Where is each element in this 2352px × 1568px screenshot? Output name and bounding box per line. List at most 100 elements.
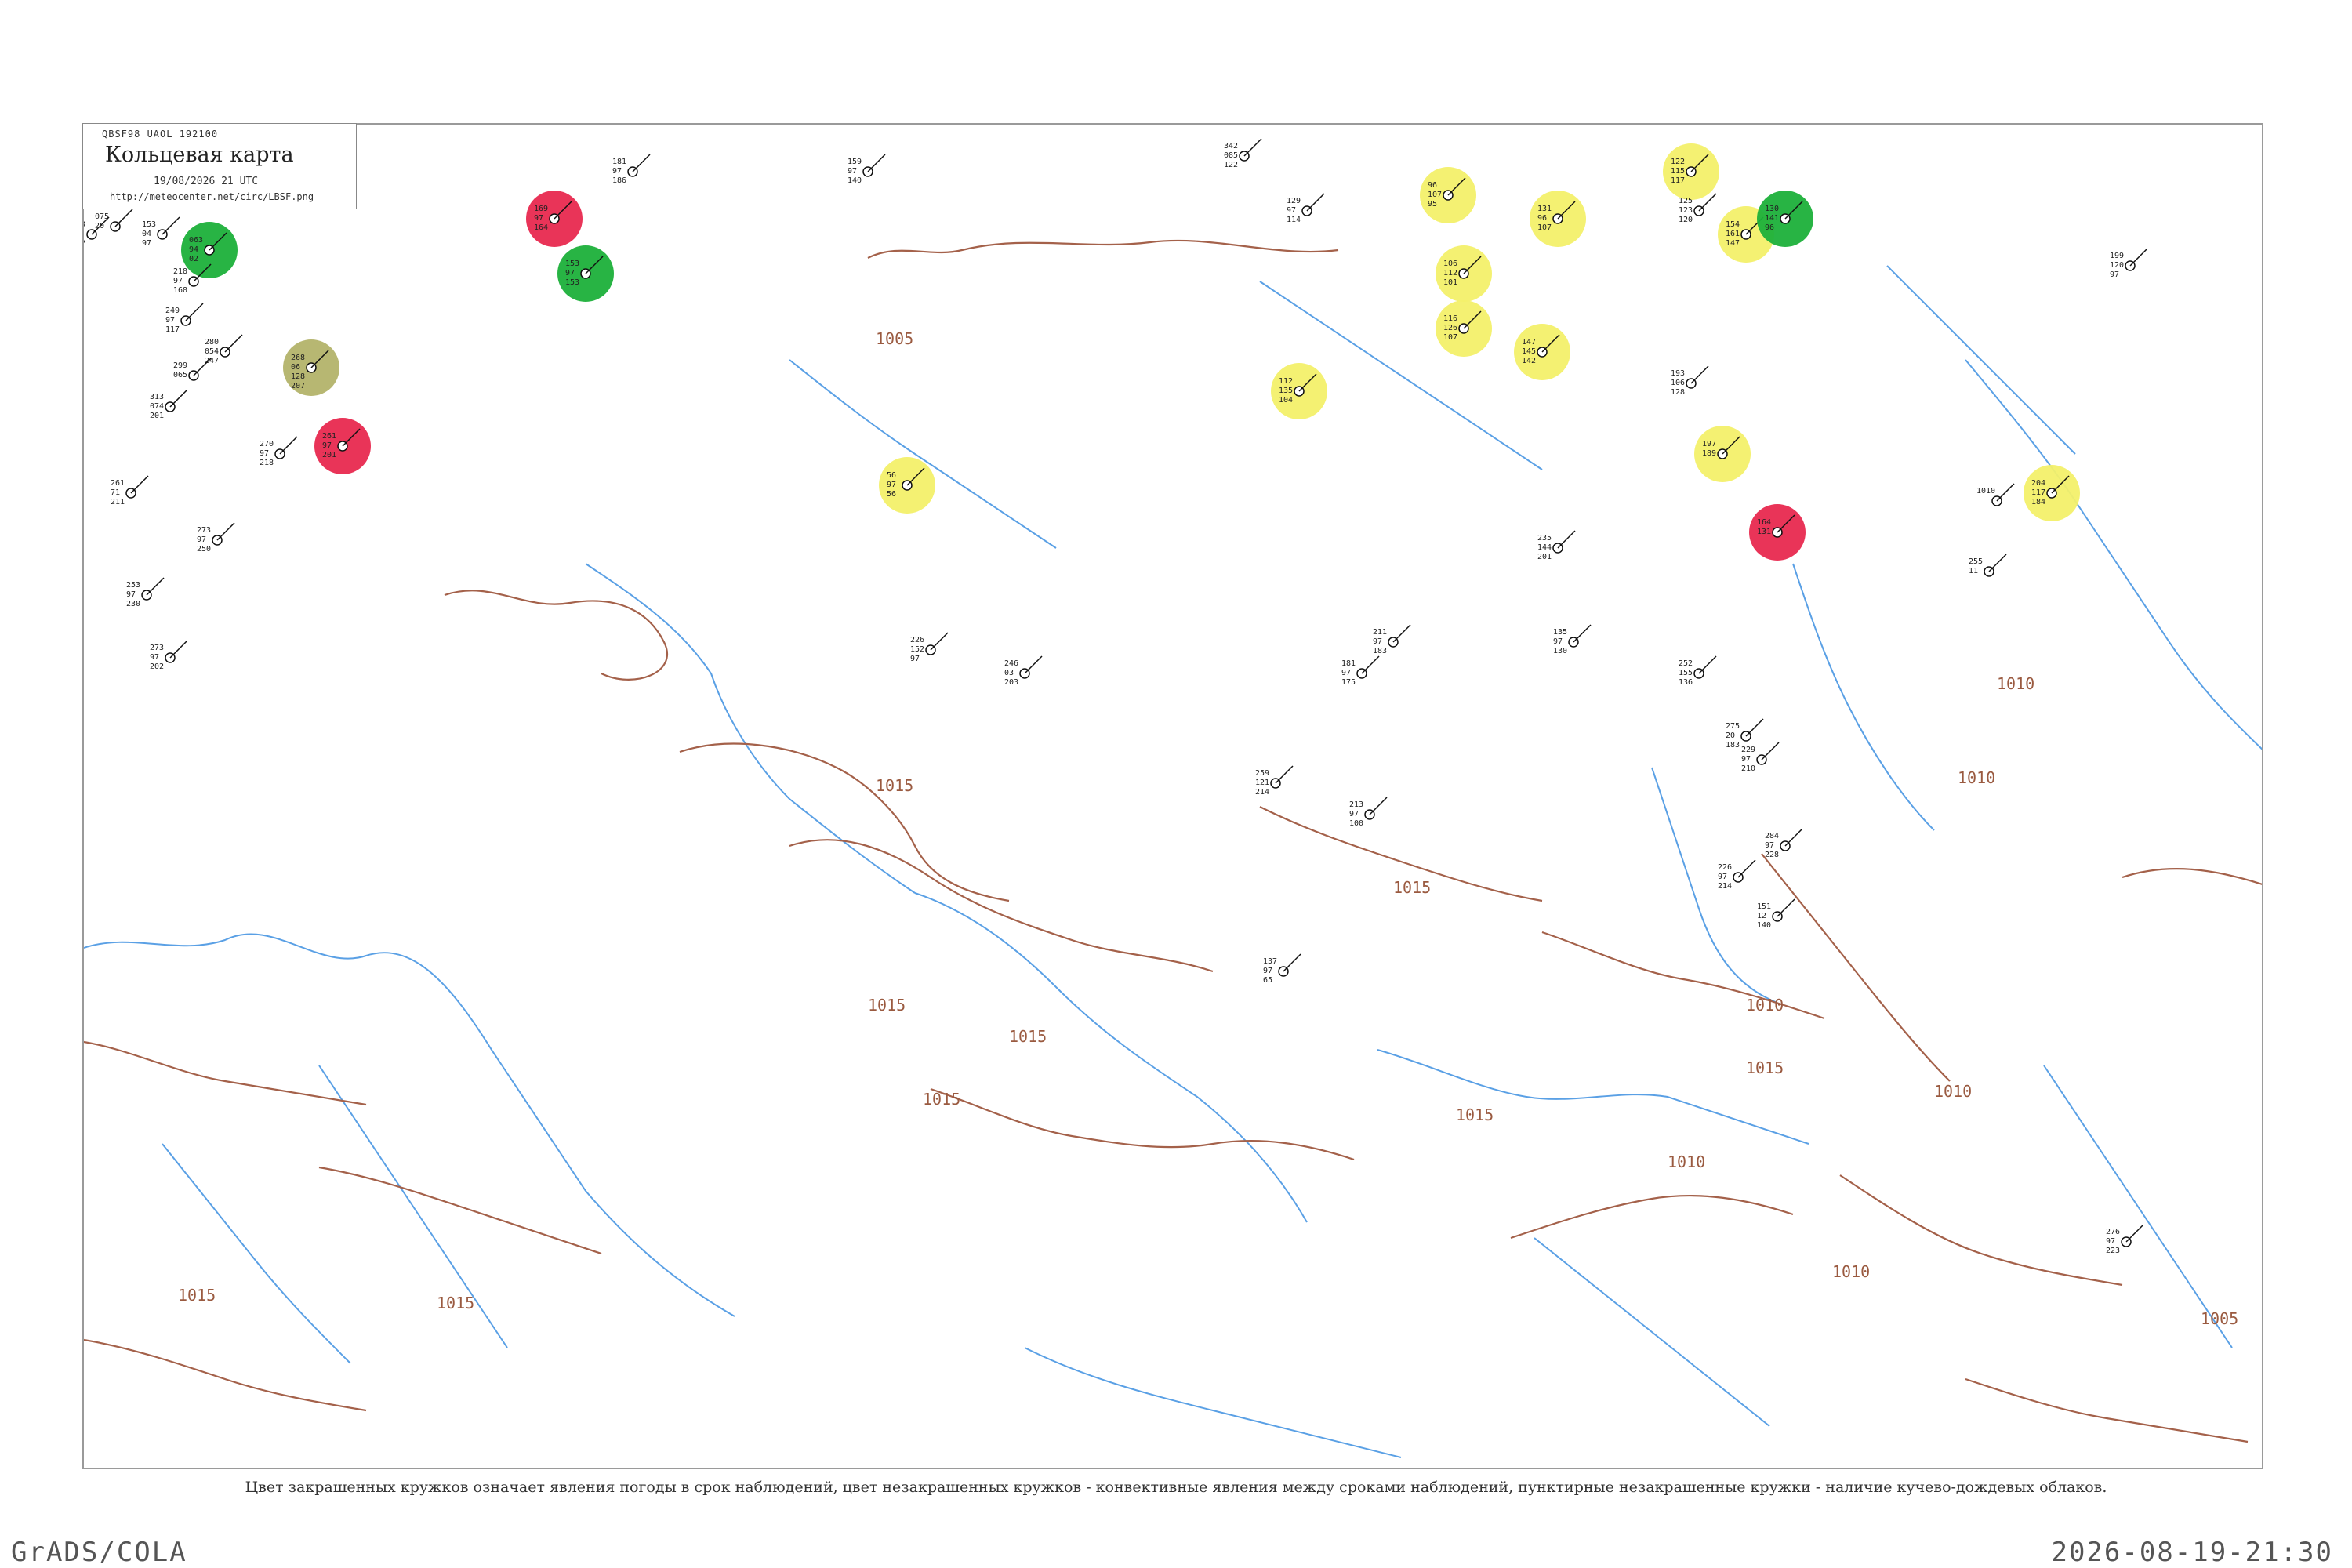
station-s21[interactable]: 342085122 xyxy=(1224,138,1262,169)
station-value: 169 xyxy=(534,205,548,213)
station-s42[interactable]: 22615297 xyxy=(910,632,949,663)
station-s54[interactable]: 15112140 xyxy=(1757,898,1795,930)
station-s36[interactable]: 569756 xyxy=(879,457,935,514)
station-s19[interactable]: 15397153 xyxy=(557,245,614,302)
station-s26[interactable]: 13196107 xyxy=(1530,191,1586,247)
wind-barb-icon xyxy=(2129,248,2148,267)
station-value: 56 xyxy=(887,490,896,499)
station-s39[interactable]: 19912097 xyxy=(2110,248,2148,279)
wind-barb-icon xyxy=(1761,742,1780,760)
station-s43[interactable]: 24603203 xyxy=(1004,655,1043,687)
station-s53[interactable]: 22697214 xyxy=(1718,859,1756,891)
station-value: 147 xyxy=(1726,239,1740,248)
station-s7[interactable]: 280054247 xyxy=(205,334,243,365)
station-s2[interactable]: 07520 xyxy=(95,209,133,232)
station-value: 202 xyxy=(150,662,164,671)
wind-barb-icon xyxy=(224,334,243,353)
station-value: 141 xyxy=(1765,214,1779,223)
isobar-label: 1010 xyxy=(1832,1262,1870,1281)
station-s55[interactable]: 1379765 xyxy=(1263,953,1301,985)
station-value: 261 xyxy=(322,432,336,441)
station-value: 214 xyxy=(1255,788,1269,797)
station-s10[interactable]: 26806128207 xyxy=(283,339,339,396)
station-s52[interactable]: 28497228 xyxy=(1765,828,1803,859)
station-value: 223 xyxy=(2106,1247,2120,1255)
station-value: 97 xyxy=(1373,637,1382,646)
station-value: 261 xyxy=(111,479,125,488)
station-value: 085 xyxy=(1224,151,1238,160)
wind-barb-icon xyxy=(1557,530,1576,549)
station-s16[interactable]: 27397202 xyxy=(150,640,188,671)
station-value: 97 xyxy=(1741,755,1751,764)
station-s6[interactable]: 24997117 xyxy=(165,303,204,334)
station-s46[interactable]: 252155136 xyxy=(1679,655,1717,687)
station-value: 135 xyxy=(1279,387,1293,395)
station-s45[interactable]: 18197175 xyxy=(1341,655,1380,687)
station-s14[interactable]: 27397250 xyxy=(197,522,235,554)
station-s20[interactable]: 15997140 xyxy=(848,154,886,185)
wind-barb-icon xyxy=(169,389,188,408)
station-s51[interactable]: 21397100 xyxy=(1349,797,1388,828)
station-value: 201 xyxy=(322,451,336,459)
station-header: QBSF98 UAOL 192100 xyxy=(102,129,219,140)
station-s29[interactable]: 122115117 xyxy=(1663,143,1719,200)
station-value: 136 xyxy=(1679,678,1693,687)
station-s41[interactable]: 25511 xyxy=(1969,554,2007,577)
station-s12[interactable]: 26197201 xyxy=(314,418,371,474)
isobar-label: 1005 xyxy=(2201,1309,2238,1328)
station-value: 159 xyxy=(848,158,862,166)
station-value: 065 xyxy=(173,371,187,379)
station-value: 96 xyxy=(1537,214,1547,223)
map-url[interactable]: http://meteocenter.net/circ/LBSF.png xyxy=(110,191,314,202)
station-s18[interactable]: 16997164 xyxy=(526,191,583,247)
station-s22[interactable]: 12997114 xyxy=(1287,193,1325,224)
station-s38[interactable]: 204117184 xyxy=(2024,465,2080,521)
station-s32[interactable]: 13014196 xyxy=(1757,191,1813,247)
station-s34[interactable]: 197189 xyxy=(1694,426,1751,482)
station-value: 299 xyxy=(173,361,187,370)
station-value: 183 xyxy=(1373,647,1387,655)
station-s3[interactable]: 1530497 xyxy=(142,216,180,248)
station-s23[interactable]: 9610795 xyxy=(1420,167,1476,223)
station-value: 175 xyxy=(1341,678,1356,687)
weather-map[interactable]: 1639615207520153049706394022189716824997… xyxy=(82,123,2263,1469)
station-s13[interactable]: 26171211 xyxy=(111,475,149,506)
station-s24[interactable]: 106112101 xyxy=(1436,245,1492,302)
station-value: 97 xyxy=(1263,967,1272,975)
station-s37[interactable]: 235144201 xyxy=(1537,530,1576,561)
station-s27[interactable]: 112135104 xyxy=(1271,363,1327,419)
station-s33[interactable]: 193106128 xyxy=(1671,365,1709,397)
station-s35[interactable]: 164131 xyxy=(1749,504,1806,561)
station-s17[interactable]: 18197186 xyxy=(612,154,651,185)
station-s4[interactable]: 0639402 xyxy=(181,222,238,278)
station-value: 56 xyxy=(887,471,896,480)
station-value: 193 xyxy=(1671,369,1685,378)
station-s48[interactable]: 13597130 xyxy=(1553,624,1592,655)
station-value: 155 xyxy=(1679,669,1693,677)
station-value: 204 xyxy=(2031,479,2045,488)
station-value: 97 xyxy=(910,655,920,663)
wind-barb-icon xyxy=(1745,718,1764,737)
station-s44[interactable]: 21197183 xyxy=(1373,624,1411,655)
station-s11[interactable]: 27097218 xyxy=(260,436,298,467)
wind-barb-icon xyxy=(1392,624,1411,643)
station-s15[interactable]: 25397230 xyxy=(126,577,165,608)
station-s40[interactable]: 1010 xyxy=(1976,483,2015,506)
station-value: 131 xyxy=(1537,205,1552,213)
station-value: 226 xyxy=(1718,863,1732,872)
station-value: 135 xyxy=(1553,628,1567,637)
stations: 1639615207520153049706394022189716824997… xyxy=(84,138,2148,1255)
station-value: 273 xyxy=(197,526,211,535)
station-s56[interactable]: 27697223 xyxy=(2106,1224,2144,1255)
station-s49[interactable]: 22997210 xyxy=(1741,742,1780,773)
station-value: 255 xyxy=(1969,557,1983,566)
station-s28[interactable]: 147145142 xyxy=(1514,324,1570,380)
station-s25[interactable]: 116126107 xyxy=(1436,300,1492,357)
station-s9[interactable]: 313074201 xyxy=(150,389,188,420)
station-value: 199 xyxy=(2110,252,2124,260)
wind-barb-icon xyxy=(193,358,212,376)
station-value: 130 xyxy=(1553,647,1567,655)
station-s50[interactable]: 259121214 xyxy=(1255,765,1294,797)
station-value: 273 xyxy=(150,644,164,652)
isobar-label: 1010 xyxy=(1997,674,2034,693)
